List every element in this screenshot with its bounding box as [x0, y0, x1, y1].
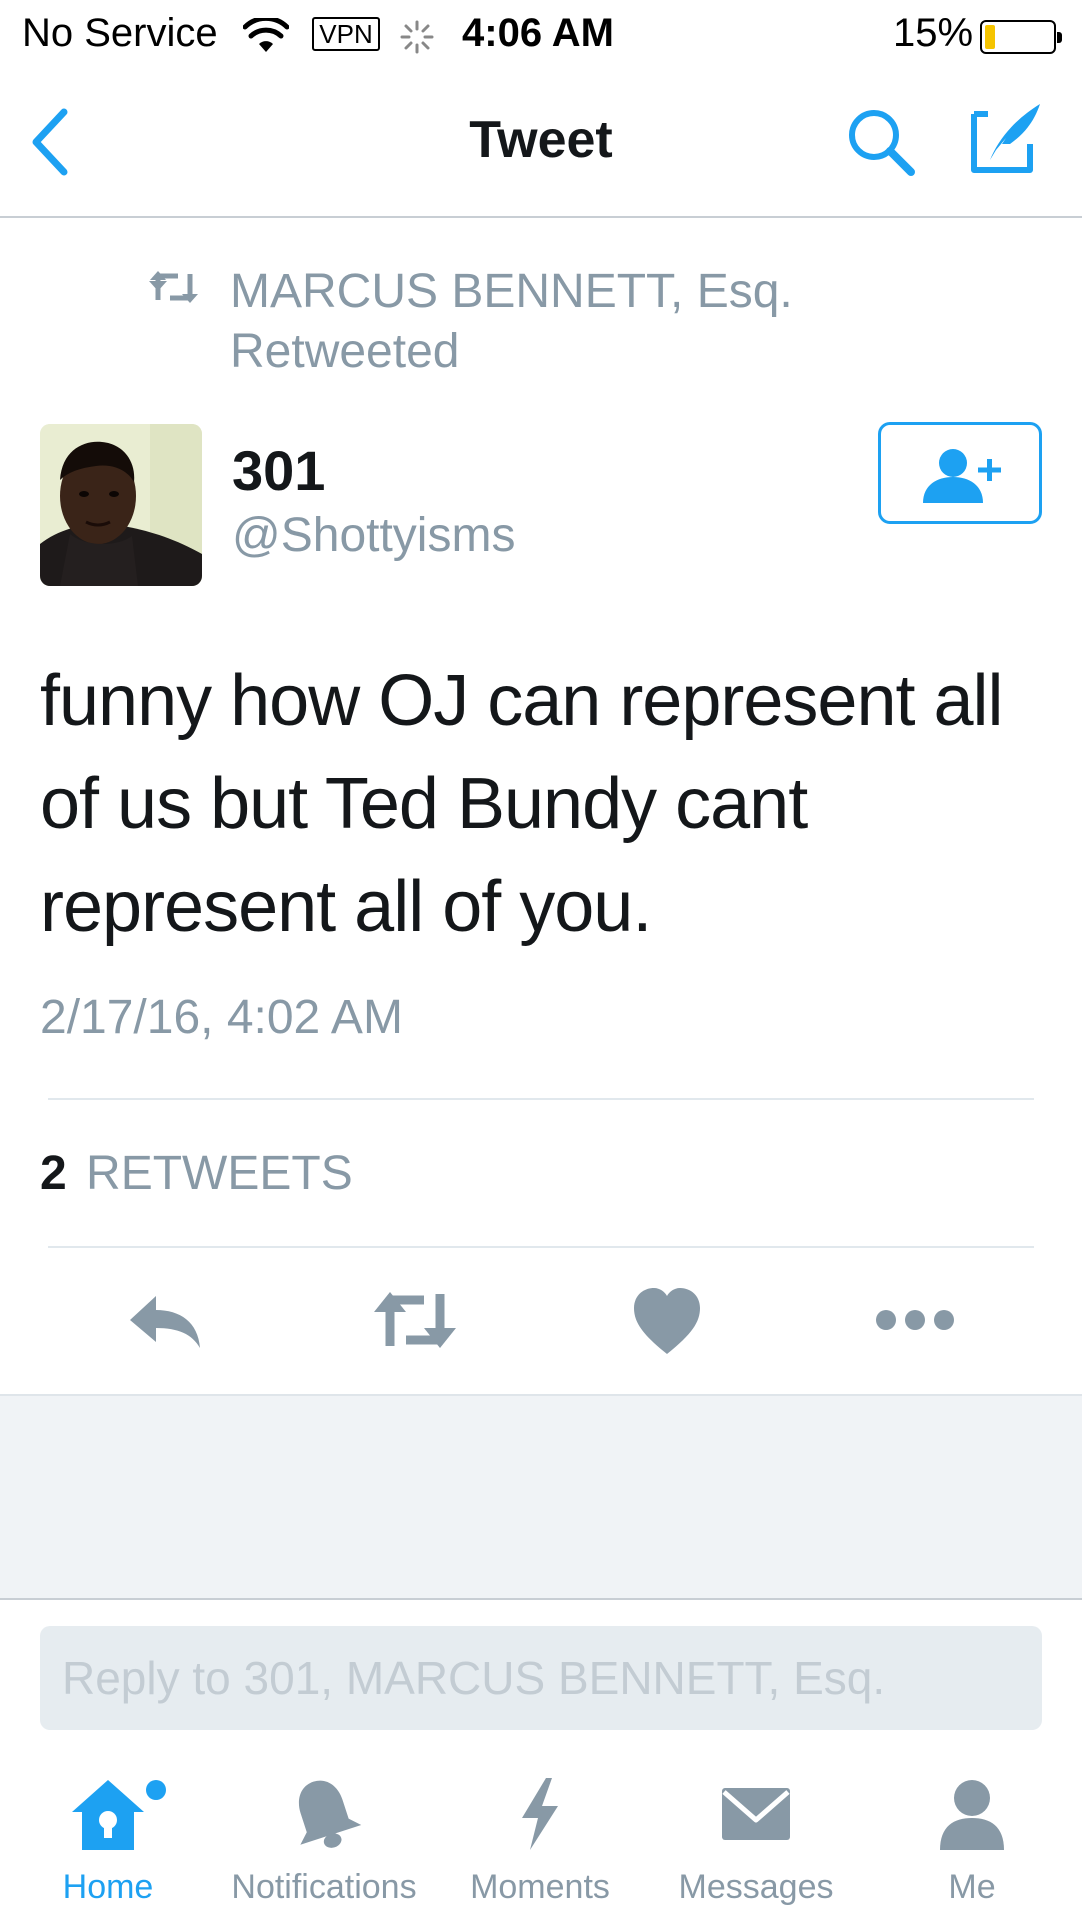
- follow-button[interactable]: [878, 422, 1042, 524]
- author-handle[interactable]: @Shottyisms: [232, 508, 515, 563]
- new-content-dot: [146, 1780, 166, 1800]
- search-icon[interactable]: [845, 106, 917, 178]
- clock: 4:06 AM: [462, 11, 614, 55]
- retweet-button[interactable]: [370, 1282, 460, 1358]
- tab-bar: Home Notifications Moments Messages Me: [0, 1760, 1082, 1920]
- battery-icon: [980, 20, 1062, 54]
- retweeted-by-label: MARCUS BENNETT, Esq. Retweeted: [230, 265, 793, 378]
- more-button[interactable]: [870, 1282, 960, 1358]
- page-title: Tweet: [469, 111, 613, 169]
- reply-button[interactable]: [122, 1282, 212, 1358]
- retweet-icon: [374, 1292, 456, 1348]
- add-user-icon: [923, 449, 1001, 503]
- nav-bar: Tweet: [0, 70, 1082, 218]
- tab-label: Me: [948, 1868, 996, 1906]
- person-icon: [940, 1780, 1004, 1850]
- tweet-actions: [0, 1282, 1082, 1358]
- like-button[interactable]: [622, 1282, 712, 1358]
- tab-moments[interactable]: Moments: [432, 1760, 648, 1920]
- avatar[interactable]: [40, 424, 202, 586]
- tab-notifications[interactable]: Notifications: [216, 1760, 432, 1920]
- activity-spinner-icon: [400, 20, 434, 54]
- compose-tweet-icon[interactable]: [968, 100, 1044, 176]
- battery-percent: 15%: [893, 11, 974, 55]
- battery-fill: [985, 25, 995, 49]
- author-name[interactable]: 301: [232, 438, 325, 503]
- retweet-count: 2: [40, 1147, 67, 1200]
- reply-icon: [130, 1296, 200, 1348]
- tweet-timestamp: 2/17/16, 4:02 AM: [40, 991, 403, 1044]
- status-bar: No Service VPN 4:06 AM 15%: [0, 0, 1082, 70]
- more-dots-icon: [876, 1310, 954, 1330]
- tab-me[interactable]: Me: [864, 1760, 1080, 1920]
- wifi-icon: [243, 18, 289, 52]
- retweet-icon: [149, 271, 198, 303]
- divider: [48, 1246, 1034, 1248]
- carrier-label: No Service: [22, 11, 218, 55]
- retweet-stats-label: RETWEETS: [86, 1147, 353, 1200]
- reply-input[interactable]: [40, 1626, 1042, 1730]
- tweet-text: funny how OJ can represent all of us but…: [40, 661, 1004, 947]
- tab-label: Messages: [678, 1868, 834, 1906]
- tab-home[interactable]: Home: [0, 1760, 216, 1920]
- tab-label: Home: [62, 1868, 154, 1906]
- divider: [48, 1098, 1034, 1100]
- retweet-stats[interactable]: 2 RETWEETS: [40, 1146, 353, 1201]
- bell-icon: [298, 1780, 362, 1848]
- empty-replies-area: [0, 1394, 1082, 1600]
- heart-icon: [634, 1288, 700, 1354]
- envelope-icon: [722, 1788, 790, 1840]
- avatar-photo: [40, 424, 202, 586]
- home-icon: [72, 1780, 144, 1850]
- tab-label: Moments: [470, 1868, 610, 1906]
- vpn-badge: VPN: [312, 17, 380, 51]
- tab-messages[interactable]: Messages: [648, 1760, 864, 1920]
- lightning-icon: [522, 1778, 558, 1850]
- reply-box[interactable]: [40, 1626, 1042, 1730]
- tab-label: Notifications: [231, 1868, 417, 1906]
